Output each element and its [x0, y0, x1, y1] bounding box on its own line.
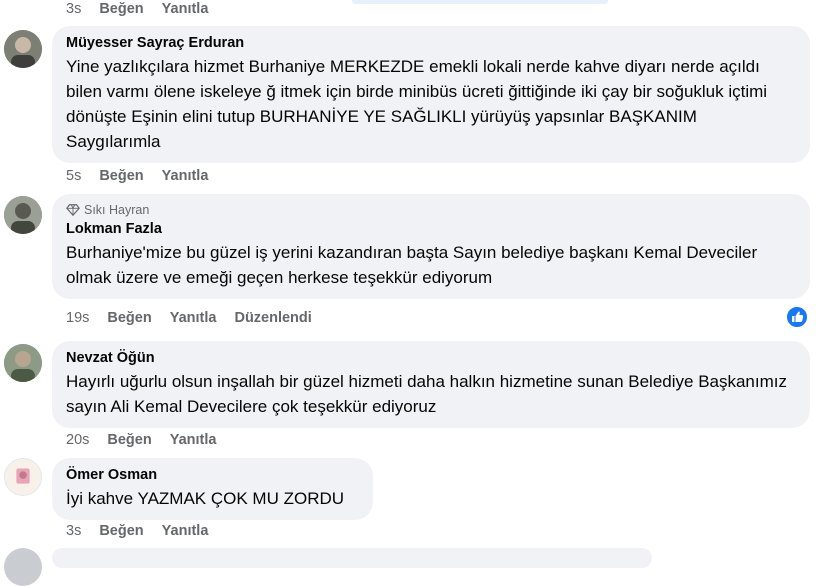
comment-text: Hayırlı uğurlu olsun inşallah bir güzel …: [66, 372, 787, 416]
fan-badge: Sıkı Hayran: [66, 202, 796, 218]
comment-time[interactable]: 20s: [66, 432, 89, 448]
avatar[interactable]: [4, 458, 42, 496]
comment-bubble: Sıkı Hayran Lokman Fazla Burhaniye'mize …: [52, 194, 810, 299]
like-button[interactable]: Beğen: [107, 432, 151, 448]
badge-label: Sıkı Hayran: [84, 203, 150, 217]
comment-bubble: Ömer Osman İyi kahve YAZMAK ÇOK MU ZORDU: [52, 458, 373, 520]
avatar[interactable]: [4, 548, 42, 586]
comment-author[interactable]: Ömer Osman: [66, 466, 359, 485]
comment-author[interactable]: Müyesser Sayraç Erduran: [66, 34, 796, 53]
comment-author[interactable]: Lokman Fazla: [66, 220, 796, 239]
like-button[interactable]: Beğen: [99, 1, 143, 17]
comment-actions: 19s Beğen Yanıtla Düzenlendi: [66, 310, 330, 326]
comment-time[interactable]: 19s: [66, 310, 89, 326]
avatar[interactable]: [4, 196, 42, 234]
reply-button[interactable]: Yanıtla: [162, 523, 209, 539]
comment-text: Burhaniye'mize bu güzel iş yerini kazand…: [66, 243, 758, 287]
comment-time[interactable]: 3s: [66, 523, 81, 539]
avatar[interactable]: [4, 344, 42, 382]
reply-button[interactable]: Yanıtla: [162, 1, 209, 17]
comment-author[interactable]: Nevzat Öğün: [66, 349, 796, 368]
reply-button[interactable]: Yanıtla: [170, 310, 217, 326]
comment-time[interactable]: 3s: [66, 1, 81, 17]
comment-bubble: [52, 548, 652, 568]
edited-label[interactable]: Düzenlendi: [234, 310, 311, 326]
comment-actions: 20s Beğen Yanıtla: [66, 432, 234, 448]
diamond-icon: [66, 204, 80, 217]
reply-button[interactable]: Yanıtla: [170, 432, 217, 448]
comment-actions-top: 3s Beğen Yanıtla: [66, 1, 226, 17]
avatar[interactable]: [4, 30, 42, 68]
comment-time[interactable]: 5s: [66, 168, 81, 184]
reply-button[interactable]: Yanıtla: [162, 168, 209, 184]
like-icon[interactable]: [786, 306, 808, 328]
comment-text: Yine yazlıkçılara hizmet Burhaniye MERKE…: [66, 57, 768, 151]
like-button[interactable]: Beğen: [99, 168, 143, 184]
comment-actions: 5s Beğen Yanıtla: [66, 168, 226, 184]
scroll-indicator: [352, 0, 608, 4]
comment-bubble: Müyesser Sayraç Erduran Yine yazlıkçılar…: [52, 26, 810, 163]
like-button[interactable]: Beğen: [107, 310, 151, 326]
comment-text: İyi kahve YAZMAK ÇOK MU ZORDU: [66, 489, 345, 508]
like-button[interactable]: Beğen: [99, 523, 143, 539]
comment-actions: 3s Beğen Yanıtla: [66, 523, 226, 539]
comment-bubble: Nevzat Öğün Hayırlı uğurlu olsun inşalla…: [52, 341, 810, 428]
